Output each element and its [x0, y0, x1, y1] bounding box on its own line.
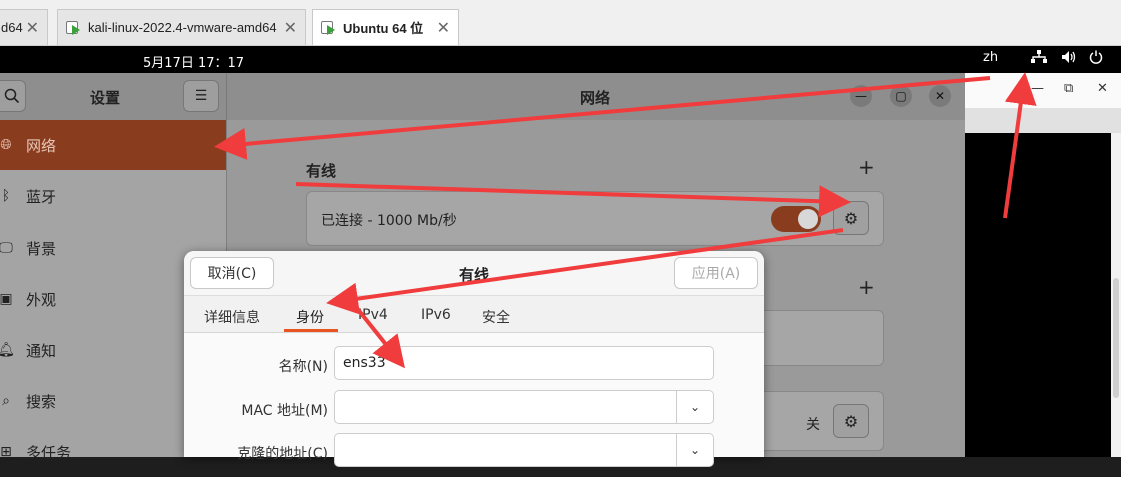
vm-tab-ubuntu[interactable]: Ubuntu 64 位 ✕	[312, 9, 459, 45]
add-vpn-button[interactable]: +	[858, 275, 875, 299]
appearance-icon: ▣	[0, 291, 13, 307]
vm-running-icon	[66, 20, 82, 36]
restore-icon[interactable]: ⧉	[1064, 81, 1073, 96]
tab-identity[interactable]: 身份	[296, 307, 324, 327]
search-icon	[4, 88, 20, 104]
main-header: 网络 — ▢ ✕	[227, 73, 965, 120]
mac-address-label: MAC 地址(M)	[241, 403, 328, 419]
sidebar-item-label: 通知	[26, 341, 57, 360]
vm-running-icon	[321, 20, 337, 36]
wired-settings-button[interactable]: ⚙	[833, 201, 869, 235]
globe-icon: 🌐︎	[0, 137, 12, 153]
background-window-content	[965, 133, 1111, 457]
page-title: 网络	[580, 89, 611, 107]
menu-button[interactable]: ☰	[183, 80, 219, 112]
vm-tab-label: kali-linux-2022.4-vmware-amd64	[88, 20, 277, 35]
sidebar-header: 设置 ☰	[0, 73, 227, 120]
wired-status: 已连接 - 1000 Mb/秒	[321, 213, 457, 229]
chevron-down-icon[interactable]: ⌄	[676, 433, 713, 467]
proxy-status: 关	[806, 417, 820, 433]
scrollbar-thumb[interactable]	[1113, 278, 1119, 398]
close-icon[interactable]: ✕	[437, 18, 450, 38]
close-icon[interactable]: ✕	[1097, 81, 1108, 96]
sidebar-item-bluetooth[interactable]: ᛒ 蓝牙	[0, 171, 226, 221]
cloned-address-label: 克隆的地址(C)	[237, 446, 328, 462]
network-icon[interactable]	[1031, 50, 1047, 68]
minimize-button[interactable]: —	[850, 85, 872, 107]
add-wired-button[interactable]: +	[858, 155, 875, 179]
cloned-address-combo[interactable]: ⌄	[334, 433, 714, 467]
close-icon[interactable]: ✕	[284, 18, 297, 38]
sidebar-item-label: 网络	[26, 136, 57, 155]
name-value: ens33	[343, 355, 386, 371]
close-button[interactable]: ✕	[929, 85, 951, 107]
hamburger-icon: ☰	[194, 88, 208, 104]
sidebar-item-label: 背景	[26, 239, 57, 258]
sidebar-item-label: 搜索	[26, 392, 57, 411]
tab-security[interactable]: 安全	[482, 307, 510, 327]
clock[interactable]: 5月17日 17：17	[143, 52, 244, 71]
sidebar-item-label: 蓝牙	[26, 187, 57, 206]
proxy-settings-button[interactable]: ⚙	[833, 404, 869, 438]
minimize-icon[interactable]: —	[1031, 81, 1044, 96]
active-tab-indicator	[284, 329, 338, 332]
tab-details[interactable]: 详细信息	[204, 307, 260, 327]
power-icon[interactable]	[1089, 50, 1103, 68]
apply-button[interactable]: 应用(A)	[674, 257, 758, 289]
vm-tab-kali[interactable]: kali-linux-2022.4-vmware-amd64 ✕	[57, 9, 306, 45]
background-window-titlebar: — ⧉ ✕	[965, 73, 1121, 108]
chevron-down-icon[interactable]: ⌄	[676, 390, 713, 424]
input-language[interactable]: zh	[983, 50, 998, 65]
gear-icon: ⚙	[843, 411, 859, 431]
wired-toggle[interactable]	[771, 206, 821, 232]
maximize-button[interactable]: ▢	[890, 85, 912, 107]
sidebar-item-label: 外观	[26, 290, 57, 309]
bell-icon: 🔔︎	[0, 342, 15, 358]
name-field[interactable]: ens33	[334, 346, 714, 380]
monitor-icon: 🖵︎	[0, 240, 13, 256]
bluetooth-icon: ᛒ	[1, 188, 11, 204]
vm-tab-strip: d64 ✕ kali-linux-2022.4-vmware-amd64 ✕ U…	[0, 0, 1121, 46]
dialog-title: 有线	[459, 266, 490, 284]
wired-section-label: 有线	[306, 162, 337, 180]
sidebar-item-label: 多任务	[26, 443, 72, 462]
gear-icon: ⚙	[843, 208, 859, 228]
multitask-icon: ⊞	[0, 444, 12, 460]
search-icon: ⌕	[2, 393, 10, 409]
tab-ipv4[interactable]: IPv4	[358, 307, 388, 323]
background-window-toolbar	[965, 108, 1121, 133]
sidebar-item-network[interactable]: 🌐︎ 网络	[0, 120, 226, 170]
vm-tab-label: Ubuntu 64 位	[343, 21, 424, 36]
close-icon[interactable]: ✕	[26, 18, 39, 38]
sidebar-title: 设置	[90, 89, 121, 107]
dialog-tabs	[184, 296, 764, 333]
cancel-button[interactable]: 取消(C)	[190, 257, 274, 289]
tab-ipv6[interactable]: IPv6	[421, 307, 451, 323]
volume-icon[interactable]	[1061, 50, 1077, 68]
vpn-card	[764, 310, 884, 366]
search-button[interactable]	[0, 80, 26, 112]
ubuntu-top-bar: 5月17日 17：17 zh	[0, 46, 1121, 73]
vm-tab-label: d64	[1, 20, 23, 35]
vm-tab-partial[interactable]: d64 ✕	[0, 9, 48, 45]
name-label: 名称(N)	[278, 359, 328, 375]
mac-address-combo[interactable]: ⌄	[334, 390, 714, 424]
